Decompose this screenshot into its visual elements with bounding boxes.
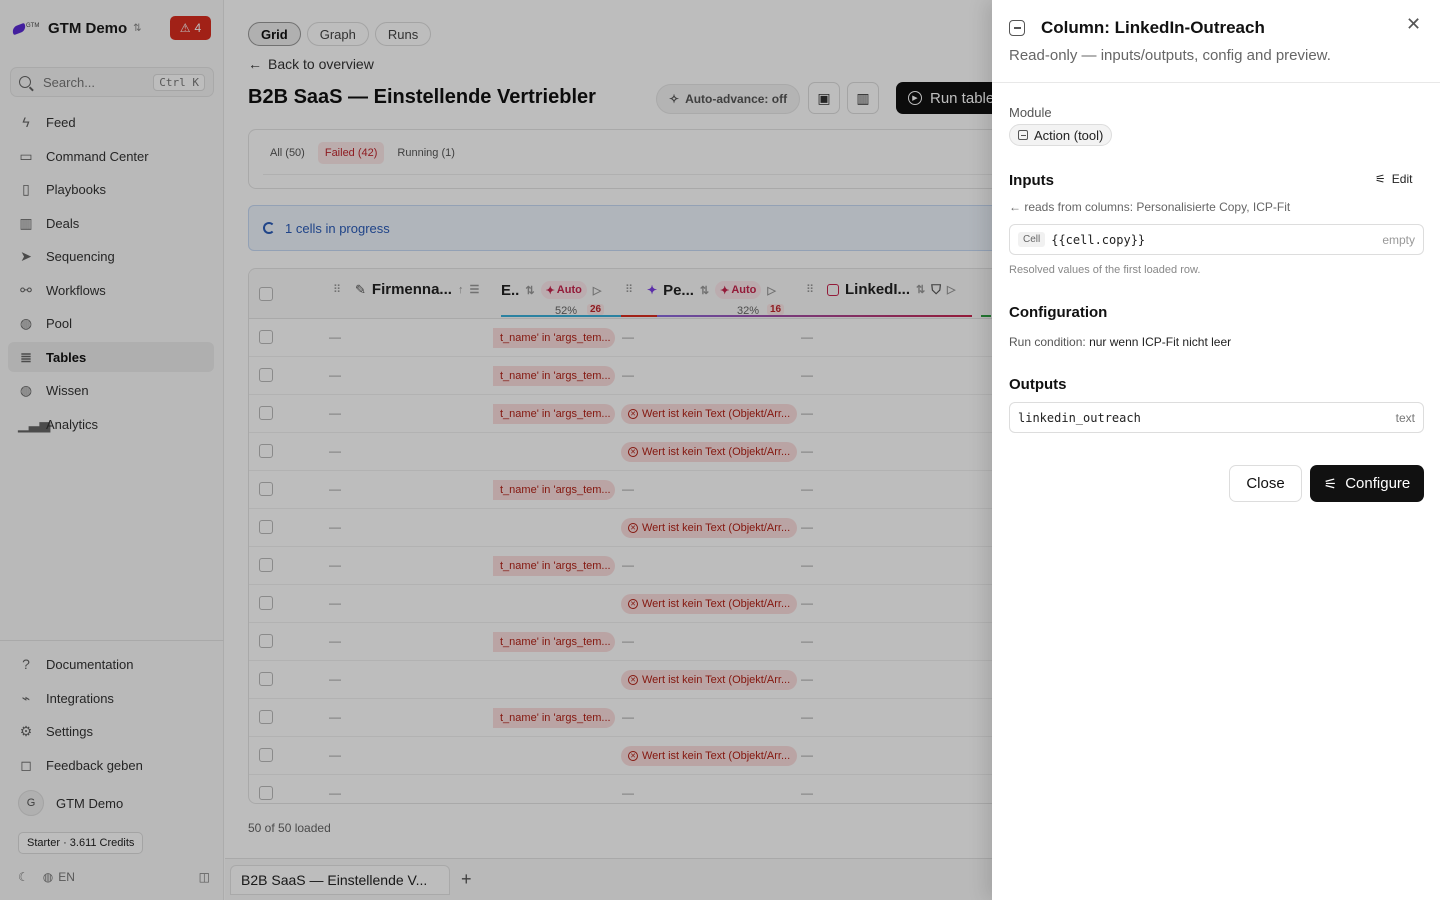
close-icon[interactable]: ✕ <box>1406 14 1421 35</box>
run-condition-value: nur wenn ICP-Fit nicht leer <box>1089 335 1232 349</box>
output-name: linkedin_outreach <box>1018 410 1141 425</box>
divider <box>992 82 1440 83</box>
run-condition-label: Run condition: <box>1009 335 1086 349</box>
configure-button[interactable]: ⚟ Configure <box>1310 465 1424 502</box>
module-badge: Action (tool) <box>1009 124 1113 146</box>
column-details-drawer: Column: LinkedIn-Outreach ✕ Read-only — … <box>992 0 1440 900</box>
output-type: text <box>1395 410 1415 425</box>
reads-from-text: ← reads from columns: Personalisierte Co… <box>1009 200 1291 214</box>
sliders-icon: ⚟ <box>1323 475 1338 493</box>
output-field: linkedin_outreach text <box>1009 402 1424 433</box>
close-button[interactable]: Close <box>1229 465 1302 502</box>
edit-inputs-button[interactable]: ⚟ Edit <box>1375 172 1412 186</box>
sliders-icon: ⚟ <box>1375 172 1386 186</box>
input-type-tag: Cell <box>1018 232 1046 247</box>
modal-overlay[interactable] <box>0 0 992 900</box>
action-icon <box>1009 20 1025 36</box>
outputs-heading: Outputs <box>1009 376 1067 393</box>
run-condition: Run condition: nur wenn ICP-Fit nicht le… <box>1009 335 1231 349</box>
drawer-title: Column: LinkedIn-Outreach <box>1041 18 1265 37</box>
module-label: Module <box>1009 105 1052 120</box>
input-expression: {{cell.copy}} <box>1051 232 1146 247</box>
module-value: Action (tool) <box>1034 127 1104 143</box>
action-icon <box>1018 130 1028 140</box>
resolved-note: Resolved values of the first loaded row. <box>1009 264 1201 276</box>
inputs-heading: Inputs <box>1009 172 1054 189</box>
configure-label: Configure <box>1345 475 1411 492</box>
input-preview-value: empty <box>1382 232 1415 247</box>
drawer-subtitle: Read-only — inputs/outputs, config and p… <box>1009 47 1331 64</box>
edit-label: Edit <box>1391 172 1413 186</box>
input-mapping-field: Cell {{cell.copy}} empty <box>1009 224 1424 255</box>
configuration-heading: Configuration <box>1009 304 1108 321</box>
